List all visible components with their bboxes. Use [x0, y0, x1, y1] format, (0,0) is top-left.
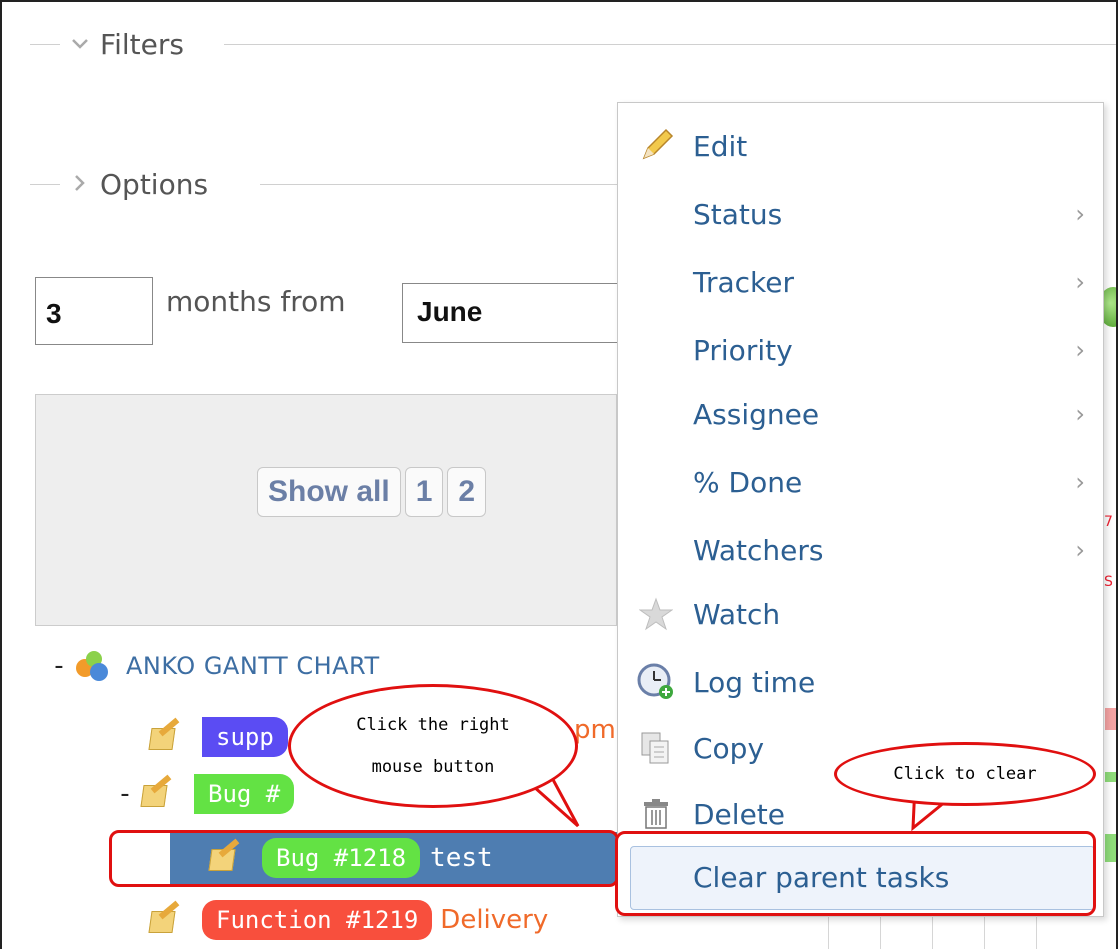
menu-item-label: Copy	[693, 731, 765, 765]
menu-item-label: Edit	[693, 129, 748, 163]
menu-item-priority[interactable]: Priority ›	[618, 317, 1103, 383]
project-icon	[74, 651, 108, 681]
menu-item-label: % Done	[693, 465, 803, 499]
page-2-button[interactable]: 2	[447, 467, 487, 517]
task-row[interactable]: Function #1219 Delivery	[148, 896, 548, 944]
options-toggle[interactable]: Options	[30, 168, 214, 201]
menu-item-status[interactable]: Status ›	[618, 181, 1103, 247]
chevron-right-icon: ›	[1075, 336, 1085, 364]
menu-item-done[interactable]: % Done ›	[618, 449, 1103, 515]
screenshot-frame: Filters Options 3 months from June Show …	[0, 0, 1118, 949]
menu-item-watch[interactable]: Watch	[618, 581, 1103, 647]
clock-icon	[636, 662, 676, 702]
trash-icon	[636, 794, 676, 834]
highlight-box	[109, 830, 619, 887]
filters-toggle[interactable]: Filters	[30, 28, 190, 61]
task-subject[interactable]: pm	[574, 715, 616, 745]
show-all-button[interactable]: Show all	[257, 467, 401, 517]
menu-item-tracker[interactable]: Tracker ›	[618, 249, 1103, 315]
copy-icon	[636, 728, 676, 768]
chevron-right-icon: ›	[1075, 400, 1085, 428]
star-icon	[636, 594, 676, 634]
months-input[interactable]: 3	[35, 277, 153, 345]
task-icon	[140, 774, 172, 809]
chevron-right-icon: ›	[1075, 536, 1085, 564]
month-select[interactable]: June	[402, 283, 632, 343]
menu-item-assignee[interactable]: Assignee ›	[618, 381, 1103, 447]
task-subject[interactable]: Delivery	[440, 905, 548, 935]
months-from-label: months from	[166, 285, 346, 318]
gantt-bar-fragment	[1105, 708, 1116, 730]
pagination: Show all 1 2	[257, 467, 487, 517]
task-row[interactable]: - Bug #	[110, 770, 295, 818]
menu-item-label: Tracker	[693, 265, 795, 299]
chevron-right-icon	[60, 173, 100, 196]
right-click-callout: Click the right mouse button	[288, 684, 578, 808]
chevron-down-icon	[60, 34, 100, 54]
menu-item-edit[interactable]: Edit	[618, 113, 1103, 179]
task-icon	[148, 717, 180, 752]
project-row[interactable]: - ANKO GANTT CHART	[44, 642, 380, 690]
chevron-right-icon: ›	[1075, 200, 1085, 228]
pencil-icon	[636, 126, 676, 166]
callout-text: mouse button	[371, 757, 495, 777]
chevron-right-icon: ›	[1075, 268, 1085, 296]
filters-divider	[224, 44, 1116, 45]
task-row[interactable]: supp	[148, 713, 288, 761]
tracker-pill[interactable]: supp	[202, 717, 288, 757]
options-label: Options	[100, 167, 209, 201]
page-1-button[interactable]: 1	[404, 467, 444, 517]
chevron-right-icon: ›	[1075, 468, 1085, 496]
filters-label: Filters	[100, 27, 184, 61]
highlight-box	[615, 831, 1096, 916]
menu-item-label: Watchers	[693, 533, 824, 567]
menu-item-label: Priority	[693, 333, 793, 367]
callout-text: Click the right	[356, 715, 510, 735]
menu-item-log-time[interactable]: Log time	[618, 649, 1103, 715]
menu-item-label: Status	[693, 197, 783, 231]
menu-item-label: Delete	[693, 797, 785, 831]
options-divider	[260, 184, 620, 185]
task-icon	[148, 900, 180, 935]
menu-item-label: Log time	[693, 665, 816, 699]
menu-item-label: Watch	[693, 597, 781, 631]
legend-line	[30, 43, 60, 45]
menu-item-watchers[interactable]: Watchers ›	[618, 517, 1103, 583]
gantt-edge-mark: S	[1104, 574, 1113, 590]
collapse-toggle[interactable]: -	[110, 779, 140, 809]
gantt-bar-fragment	[1105, 834, 1116, 862]
collapse-toggle[interactable]: -	[44, 651, 74, 681]
gantt-edge-mark: 7	[1104, 514, 1113, 530]
gantt-bar-fragment	[1105, 772, 1116, 782]
project-name[interactable]: ANKO GANTT CHART	[126, 652, 380, 680]
callout-text: Click to clear	[893, 764, 1037, 784]
tracker-pill[interactable]: Function #1219	[202, 900, 433, 940]
menu-item-label: Assignee	[693, 397, 820, 431]
tracker-pill[interactable]: Bug #	[194, 774, 295, 814]
legend-line	[30, 183, 60, 185]
clear-callout: Click to clear	[834, 742, 1096, 806]
